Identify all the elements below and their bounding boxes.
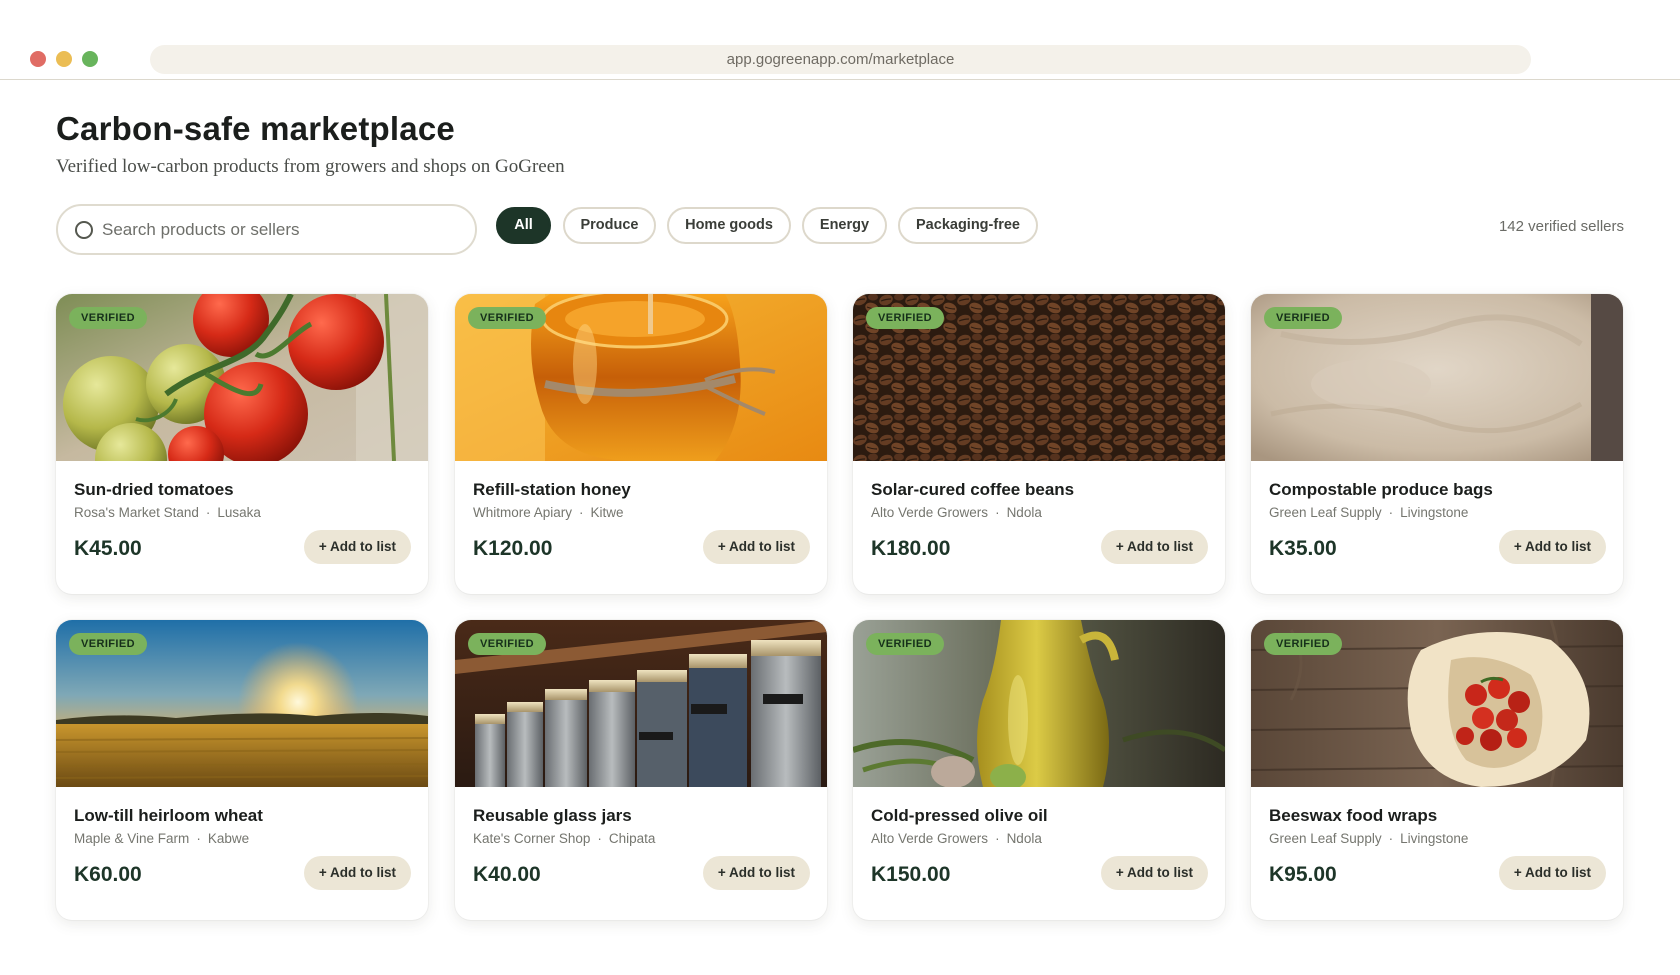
- seller-location: Chipata: [608, 831, 656, 846]
- product-name: Cold-pressed olive oil: [871, 806, 1048, 825]
- filter-chip-packaging-free[interactable]: Packaging-free: [898, 207, 1038, 244]
- verified-badge: VERIFIED: [468, 307, 546, 329]
- product-name: Low-till heirloom wheat: [74, 806, 263, 825]
- separator-dot: ·: [205, 505, 211, 520]
- product-seller: Green Leaf Supply · Livingstone: [1269, 831, 1468, 846]
- seller-name[interactable]: Alto Verde Growers: [871, 505, 988, 520]
- seller-name[interactable]: Whitmore Apiary: [473, 505, 572, 520]
- product-price: K40.00: [473, 863, 541, 886]
- product-name: Sun-dried tomatoes: [74, 480, 234, 499]
- seller-name[interactable]: Rosa's Market Stand: [74, 505, 199, 520]
- product-name: Solar-cured coffee beans: [871, 480, 1075, 499]
- verified-badge: VERIFIED: [69, 633, 147, 655]
- product-seller: Alto Verde Growers · Ndola: [871, 505, 1042, 520]
- window-close-button[interactable]: [30, 51, 46, 67]
- product-name: Compostable produce bags: [1269, 480, 1493, 499]
- product-image-olive-oil[interactable]: VERIFIED: [853, 620, 1225, 787]
- seller-name[interactable]: Kate's Corner Shop: [473, 831, 590, 846]
- search-box[interactable]: [56, 204, 477, 255]
- product-card[interactable]: VERIFIED Sun-dried tomatoes Rosa's Marke…: [56, 294, 428, 594]
- filter-chip-all[interactable]: All: [496, 207, 551, 244]
- add-to-list-button[interactable]: + Add to list: [1100, 856, 1208, 890]
- seller-location: Lusaka: [217, 505, 261, 520]
- add-to-list-button[interactable]: + Add to list: [1498, 856, 1606, 890]
- product-price: K35.00: [1269, 537, 1337, 560]
- verified-badge: VERIFIED: [866, 307, 944, 329]
- product-name: Reusable glass jars: [473, 806, 632, 825]
- add-to-list-button[interactable]: + Add to list: [303, 856, 411, 890]
- search-input[interactable]: [102, 206, 462, 253]
- add-to-list-button[interactable]: + Add to list: [1100, 530, 1208, 564]
- product-seller: Maple & Vine Farm · Kabwe: [74, 831, 249, 846]
- product-card[interactable]: VERIFIED Compostable produce bags Green …: [1251, 294, 1623, 594]
- seller-location: Kabwe: [207, 831, 250, 846]
- separator-dot: ·: [1388, 505, 1394, 520]
- separator-dot: ·: [1388, 831, 1394, 846]
- product-seller: Rosa's Market Stand · Lusaka: [74, 505, 261, 520]
- product-card[interactable]: VERIFIED Cold-pressed olive oil Alto Ver…: [853, 620, 1225, 920]
- verified-badge: VERIFIED: [1264, 307, 1342, 329]
- product-name: Refill-station honey: [473, 480, 631, 499]
- seller-name[interactable]: Green Leaf Supply: [1269, 831, 1382, 846]
- product-seller: Green Leaf Supply · Livingstone: [1269, 505, 1468, 520]
- separator-dot: ·: [597, 831, 602, 846]
- separator-dot: ·: [995, 505, 1000, 520]
- page-subtitle: Verified low-carbon products from grower…: [56, 156, 565, 177]
- product-price: K45.00: [74, 537, 142, 560]
- product-price: K95.00: [1269, 863, 1337, 886]
- seller-location: Ndola: [1006, 505, 1042, 520]
- product-price: K180.00: [871, 537, 951, 560]
- separator-dot: ·: [579, 505, 584, 520]
- seller-location: Ndola: [1006, 831, 1042, 846]
- verified-badge: VERIFIED: [69, 307, 147, 329]
- product-card[interactable]: VERIFIED Refill-station honey Whitmore A…: [455, 294, 827, 594]
- product-card[interactable]: VERIFIED Solar-cured coffee beans Alto V…: [853, 294, 1225, 594]
- product-image-glass-jars[interactable]: VERIFIED: [455, 620, 827, 787]
- window-minimize-button[interactable]: [56, 51, 72, 67]
- seller-name[interactable]: Maple & Vine Farm: [74, 831, 189, 846]
- product-seller: Whitmore Apiary · Kitwe: [473, 505, 624, 520]
- product-seller: Alto Verde Growers · Ndola: [871, 831, 1042, 846]
- product-image-wheat-field[interactable]: VERIFIED: [56, 620, 428, 787]
- filter-chip-energy[interactable]: Energy: [802, 207, 887, 244]
- seller-location: Livingstone: [1400, 505, 1469, 520]
- window-maximize-button[interactable]: [82, 51, 98, 67]
- seller-name[interactable]: Green Leaf Supply: [1269, 505, 1382, 520]
- product-card[interactable]: VERIFIED Reusable glass jars Kate's Corn…: [455, 620, 827, 920]
- add-to-list-button[interactable]: + Add to list: [702, 530, 810, 564]
- product-image-tomatoes[interactable]: VERIFIED: [56, 294, 428, 461]
- search-icon: [75, 221, 93, 239]
- product-image-produce-bags[interactable]: VERIFIED: [1251, 294, 1623, 461]
- browser-chrome: app.gogreenapp.com/marketplace: [0, 0, 1680, 80]
- verified-badge: VERIFIED: [866, 633, 944, 655]
- page-title: Carbon-safe marketplace: [56, 110, 455, 147]
- product-name: Beeswax food wraps: [1269, 806, 1438, 825]
- product-card[interactable]: VERIFIED Low-till heirloom wheat Maple &…: [56, 620, 428, 920]
- address-bar[interactable]: app.gogreenapp.com/marketplace: [150, 45, 1531, 74]
- separator-dot: ·: [196, 831, 201, 846]
- product-image-coffee-beans[interactable]: VERIFIED: [853, 294, 1225, 461]
- verified-badge: VERIFIED: [468, 633, 546, 655]
- filter-chip-produce[interactable]: Produce: [563, 207, 656, 244]
- seller-count: 142 verified sellers: [1498, 218, 1624, 235]
- filter-chip-home-goods[interactable]: Home goods: [667, 207, 791, 244]
- add-to-list-button[interactable]: + Add to list: [702, 856, 810, 890]
- product-seller: Kate's Corner Shop · Chipata: [473, 831, 655, 846]
- product-image-honey[interactable]: VERIFIED: [455, 294, 827, 461]
- seller-location: Kitwe: [590, 505, 624, 520]
- add-to-list-button[interactable]: + Add to list: [303, 530, 411, 564]
- verified-badge: VERIFIED: [1264, 633, 1342, 655]
- add-to-list-button[interactable]: + Add to list: [1498, 530, 1606, 564]
- seller-name[interactable]: Alto Verde Growers: [871, 831, 988, 846]
- separator-dot: ·: [995, 831, 1000, 846]
- product-image-food-wraps[interactable]: VERIFIED: [1251, 620, 1623, 787]
- seller-location: Livingstone: [1400, 831, 1469, 846]
- product-card[interactable]: VERIFIED Beeswax food wraps Green Leaf S…: [1251, 620, 1623, 920]
- product-price: K150.00: [871, 863, 951, 886]
- product-price: K120.00: [473, 537, 553, 560]
- product-price: K60.00: [74, 863, 142, 886]
